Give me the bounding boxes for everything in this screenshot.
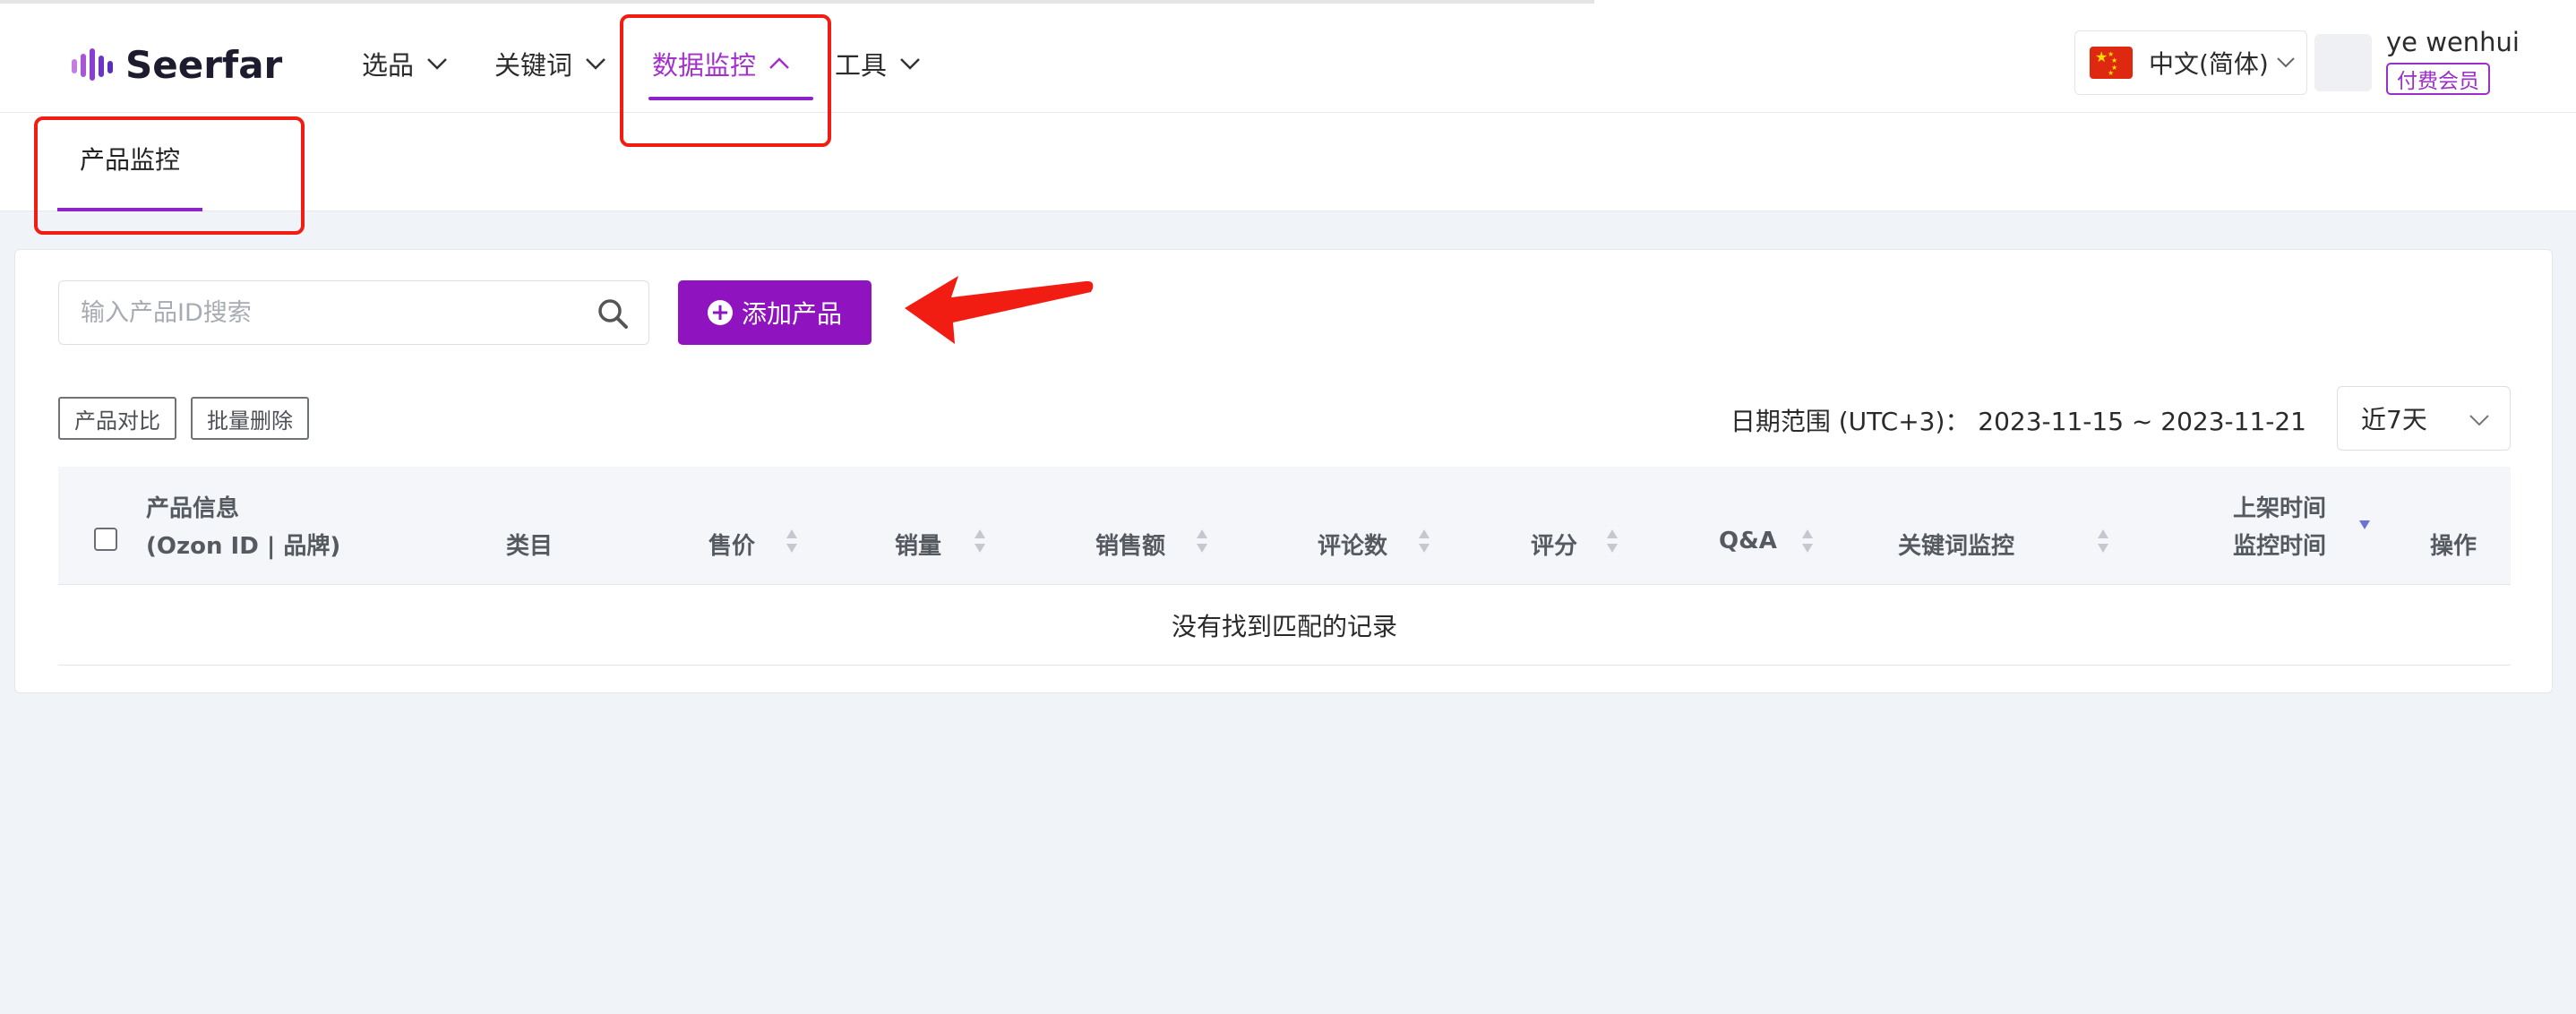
empty-state-row: 没有找到匹配的记录: [58, 585, 2511, 666]
plus-circle-icon: +: [707, 300, 733, 325]
header-listing-time[interactable]: 上架时间: [2233, 490, 2326, 523]
annotation-box-nav: [620, 14, 831, 147]
china-flag-icon: ★ ★ ★ ★ ★: [2090, 47, 2133, 79]
logo-mark-icon: [72, 48, 113, 81]
search-box: [58, 280, 649, 345]
chevron-down-icon: [900, 58, 920, 70]
header-keyword-monitor[interactable]: 关键词监控: [1898, 528, 2014, 561]
header-sales[interactable]: 销量: [895, 528, 941, 561]
address-bar-edge: [0, 0, 1594, 4]
brand-name: Seerfar: [125, 42, 283, 87]
chevron-down-icon: [2469, 415, 2489, 426]
header-category: 类目: [506, 533, 554, 560]
language-label: 中文(简体): [2149, 49, 2269, 79]
annotation-arrow-icon: [905, 276, 1094, 344]
username[interactable]: ye wenhui: [2386, 27, 2520, 57]
sort-icon[interactable]: [2097, 528, 2109, 554]
sort-icon[interactable]: [1418, 528, 1430, 554]
menu-label: 关键词: [494, 50, 573, 81]
table-header: 产品信息 (Ozon ID | 品牌) 类目 售价 销量 销售额 评论数 评分 …: [58, 467, 2511, 585]
chevron-down-icon: [2277, 57, 2295, 68]
annotation-box-subtab: [34, 116, 305, 235]
search-input[interactable]: [81, 298, 582, 327]
add-product-button[interactable]: + 添加产品: [678, 280, 872, 345]
batch-delete-button[interactable]: 批量删除: [191, 397, 309, 440]
main-card: + 添加产品 产品对比 批量删除 日期范围 (UTC+3)： 2023-11-1…: [14, 249, 2553, 693]
header-rating[interactable]: 评分: [1531, 528, 1577, 561]
header-reviews[interactable]: 评论数: [1318, 528, 1387, 561]
sort-icon[interactable]: [1196, 528, 1208, 554]
compare-products-button[interactable]: 产品对比: [58, 397, 176, 440]
select-all-checkbox[interactable]: [94, 528, 117, 551]
top-navigation: Seerfar 选品 关键词 数据监控 工具 ★ ★ ★ ★ ★ 中文(简体) …: [0, 14, 2576, 113]
chevron-down-icon: [586, 58, 605, 70]
header-actions: 操作: [2430, 533, 2477, 560]
period-select[interactable]: 近7天: [2337, 386, 2511, 451]
sort-icon[interactable]: [786, 528, 798, 554]
browser-top-strip: [0, 0, 2576, 14]
chevron-down-icon: [427, 58, 447, 70]
sort-icon[interactable]: [1606, 528, 1619, 554]
menu-item-keywords[interactable]: 关键词: [494, 14, 606, 113]
member-badge: 付费会员: [2386, 63, 2490, 95]
avatar[interactable]: [2314, 34, 2372, 91]
header-product-info: 产品信息: [146, 495, 240, 522]
header-product-info-sub: (Ozon ID | 品牌): [146, 533, 341, 560]
header-qa[interactable]: Q&A: [1719, 528, 1777, 554]
sort-icon[interactable]: [1801, 528, 1814, 554]
brand-logo[interactable]: Seerfar: [70, 39, 282, 90]
menu-item-product-selection[interactable]: 选品: [362, 14, 448, 113]
header-price[interactable]: 售价: [708, 528, 755, 561]
search-icon[interactable]: [597, 297, 629, 330]
header-monitor-time[interactable]: 监控时间: [2233, 528, 2326, 561]
header-revenue[interactable]: 销售额: [1095, 528, 1165, 561]
sort-desc-icon[interactable]: [2358, 517, 2371, 544]
menu-label: 工具: [835, 50, 888, 81]
menu-label: 选品: [362, 50, 415, 81]
sort-icon[interactable]: [974, 528, 986, 554]
date-range-text: 日期范围 (UTC+3)： 2023-11-15 ~ 2023-11-21: [1730, 407, 2306, 436]
sub-navigation: 产品监控: [0, 113, 2576, 211]
language-selector[interactable]: ★ ★ ★ ★ ★ 中文(简体): [2074, 30, 2307, 95]
menu-item-tools[interactable]: 工具: [835, 14, 921, 113]
period-value: 近7天: [2361, 405, 2427, 434]
add-product-label: 添加产品: [741, 299, 842, 329]
